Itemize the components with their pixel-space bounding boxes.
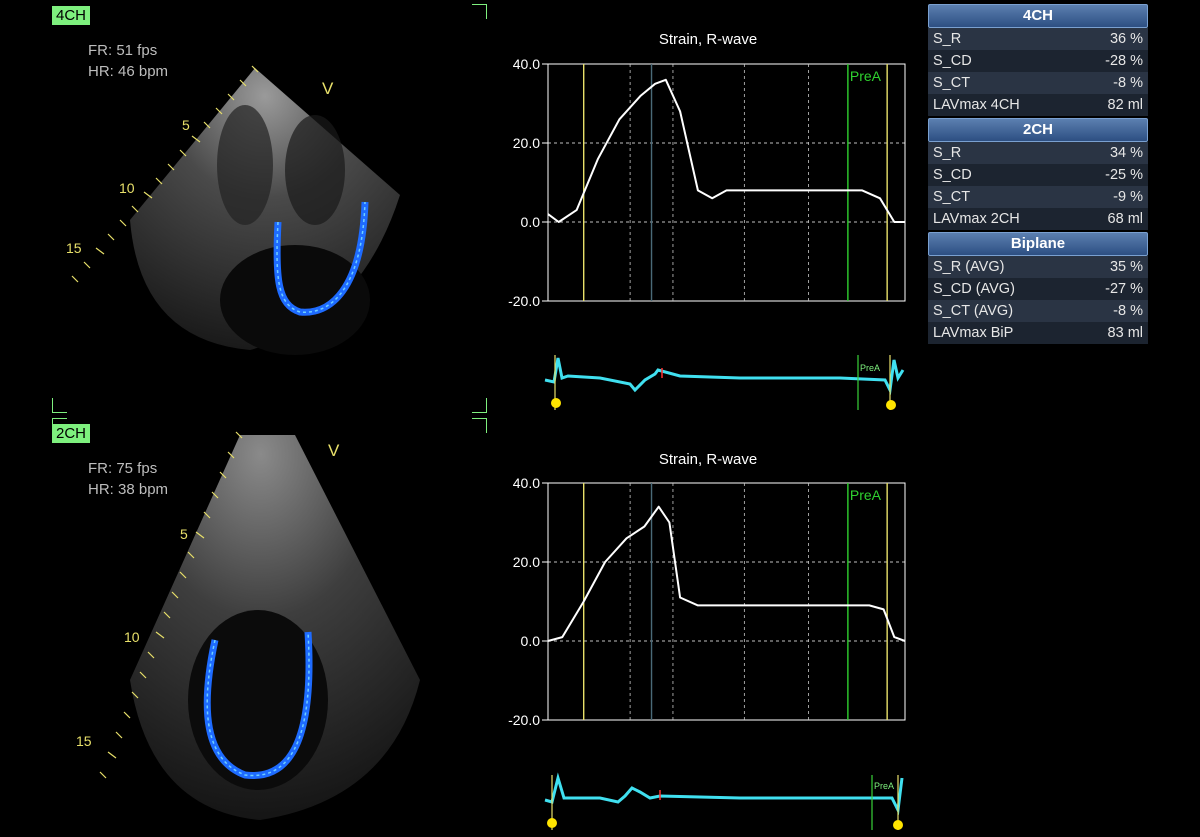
strain-chart-2ch[interactable]: 40.0 20.0 0.0 -20.0 PreA: [495, 474, 915, 734]
ecg-strip-2ch[interactable]: PreA: [540, 770, 910, 832]
ecg-event-label: PreA: [874, 781, 894, 791]
measurement-label: S_R: [933, 31, 962, 47]
chart-title-2ch: Strain, R-wave: [658, 451, 758, 468]
measurement-value: 82 ml: [1107, 97, 1143, 113]
y-tick-label: -20.0: [508, 712, 540, 728]
measurement-value: 34 %: [1109, 145, 1143, 161]
measurement-value: -8 %: [1113, 75, 1143, 91]
table-row[interactable]: LAVmax 2CH 68 ml: [928, 208, 1148, 230]
table-row[interactable]: S_CT -9 %: [928, 186, 1148, 208]
y-tick-label: 20.0: [513, 554, 540, 570]
ecg-trace: [544, 357, 905, 396]
measurement-label: S_CD: [933, 167, 972, 183]
table-row[interactable]: S_R (AVG) 35 %: [928, 256, 1148, 278]
table-row[interactable]: S_R 34 %: [928, 142, 1148, 164]
ecg-handle-end[interactable]: [893, 820, 903, 830]
table-row[interactable]: S_CD -25 %: [928, 164, 1148, 186]
measurement-value: -28 %: [1105, 53, 1143, 69]
table-row[interactable]: LAVmax 4CH 82 ml: [928, 94, 1148, 116]
measurement-table: 4CH S_R 36 % S_CD -28 % S_CT -8 % LAVmax 4CH 82 …: [928, 2, 1148, 344]
table-row[interactable]: S_CT (AVG) -8 %: [928, 300, 1148, 322]
measurement-label: LAVmax 4CH: [933, 97, 1020, 113]
measurement-value: -9 %: [1113, 189, 1143, 205]
measurement-label: S_CD (AVG): [933, 281, 1015, 297]
strain-curve: [547, 78, 905, 223]
frame-corner: [52, 418, 67, 433]
ecg-trace: [544, 772, 904, 816]
measurement-value: 35 %: [1109, 259, 1143, 275]
measurement-label: S_CT: [933, 189, 971, 205]
measurement-label: LAVmax BiP: [933, 325, 1014, 341]
measurement-value: 36 %: [1109, 31, 1143, 47]
y-tick-label: -20.0: [508, 293, 540, 309]
y-tick-label: 40.0: [513, 56, 540, 72]
ecg-handle-end[interactable]: [886, 400, 896, 410]
measurement-value: -27 %: [1105, 281, 1143, 297]
measurement-value: -8 %: [1113, 303, 1143, 319]
strain-curve: [547, 505, 906, 642]
measurement-label: S_CD: [933, 53, 972, 69]
ecg-handle-start[interactable]: [547, 818, 557, 828]
frame-corner: [472, 418, 487, 433]
table-row[interactable]: S_CD -28 %: [928, 50, 1148, 72]
table-row[interactable]: S_CT -8 %: [928, 72, 1148, 94]
echo-image-4ch[interactable]: [60, 50, 420, 370]
measurement-label: S_CT: [933, 75, 971, 91]
table-row[interactable]: S_R 36 %: [928, 28, 1148, 50]
measurement-label: S_CT (AVG): [933, 303, 1014, 319]
plot-frame: [547, 482, 906, 721]
frame-corner: [52, 398, 67, 413]
prea-label: PreA: [850, 487, 882, 503]
chart-title-4ch: Strain, R-wave: [658, 31, 758, 48]
measurement-label: LAVmax 2CH: [933, 211, 1020, 227]
view-tag-4ch[interactable]: 4CH: [52, 6, 91, 25]
frame-corner: [472, 4, 487, 19]
frame-corner: [472, 398, 487, 413]
y-tick-label: 20.0: [513, 135, 540, 151]
measurement-label: S_R (AVG): [933, 259, 1005, 275]
plot-frame: [547, 63, 906, 302]
echo-image-2ch[interactable]: [70, 430, 450, 830]
y-tick-label: 0.0: [521, 633, 541, 649]
measurement-value: -25 %: [1105, 167, 1143, 183]
ecg-event-label: PreA: [860, 363, 880, 373]
measurement-label: S_R: [933, 145, 962, 161]
table-section-header[interactable]: 2CH: [928, 118, 1148, 142]
ecg-strip-4ch[interactable]: PreA: [540, 350, 910, 412]
atrium-cavity-4ch: [220, 245, 370, 355]
measurement-value: 83 ml: [1107, 325, 1143, 341]
prea-label: PreA: [850, 68, 882, 84]
table-row[interactable]: LAVmax BiP 83 ml: [928, 322, 1148, 344]
strain-chart-4ch[interactable]: 40.0 20.0 0.0 -20.0 PreA: [495, 55, 915, 315]
table-section-header[interactable]: Biplane: [928, 232, 1148, 256]
table-row[interactable]: S_CD (AVG) -27 %: [928, 278, 1148, 300]
measurement-value: 68 ml: [1107, 211, 1143, 227]
y-tick-label: 40.0: [513, 475, 540, 491]
ecg-handle-start[interactable]: [551, 398, 561, 408]
y-tick-label: 0.0: [521, 214, 541, 230]
table-section-header[interactable]: 4CH: [928, 4, 1148, 28]
